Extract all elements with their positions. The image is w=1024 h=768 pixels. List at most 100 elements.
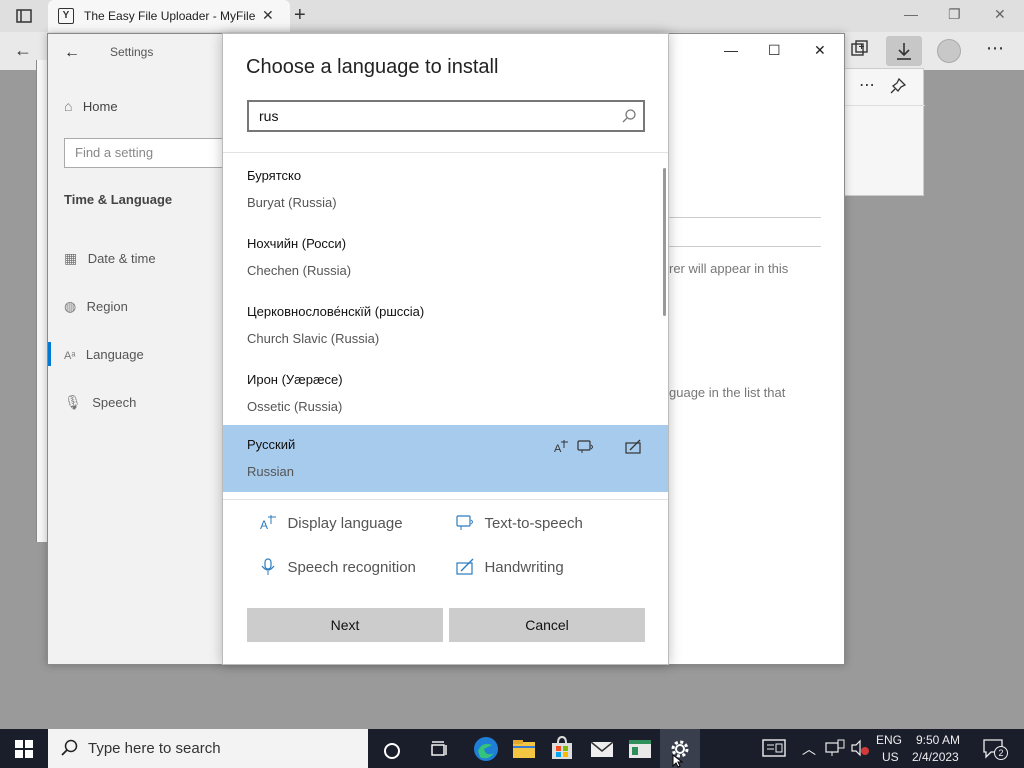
mouse-cursor [672, 754, 684, 768]
search-icon[interactable] [621, 108, 637, 124]
collections-icon[interactable] [850, 39, 870, 59]
language-native-name: Ирон (Уæрæсе) [247, 372, 343, 387]
language-english-name: Chechen (Russia) [247, 263, 352, 278]
choose-language-dialog: Choose a language to install rus Бурятск… [222, 33, 669, 665]
search-icon [60, 739, 78, 757]
globe-icon: ◍ [64, 298, 77, 314]
store-icon[interactable] [546, 733, 578, 765]
nav-item-label: Language [85, 347, 144, 362]
new-tab-icon[interactable]: + [294, 4, 306, 27]
restore-browser-icon[interactable]: ❐ [948, 6, 961, 23]
more-options-icon[interactable]: ⋯ [986, 38, 1004, 59]
svg-text:A: A [554, 443, 562, 455]
flyout-more-icon[interactable]: ⋯ [859, 75, 875, 95]
display-language-label: Display language [287, 514, 403, 532]
close-browser-icon[interactable]: ✕ [994, 6, 1006, 23]
cancel-button[interactable]: Cancel [449, 608, 645, 642]
downloads-flyout: ⋯ [844, 68, 925, 196]
list-item[interactable]: Церковнослове́нскїй (ршссіа) Church Slav… [223, 292, 668, 360]
microphone-icon: 🎙︎ [64, 394, 82, 410]
show-hidden-icons-icon[interactable]: ︿ [802, 739, 816, 759]
language-list: Бурятско Buryat (Russia) Нохчийн (Росси)… [223, 156, 668, 492]
close-icon[interactable]: ✕ [814, 42, 826, 59]
cortana-icon[interactable] [380, 733, 412, 765]
clock-date[interactable]: 2/4/2023 [912, 750, 959, 764]
minimize-icon[interactable]: — [724, 42, 738, 58]
find-setting-input[interactable]: Find a setting [64, 138, 234, 168]
list-item[interactable]: Ирон (Уæрæсе) Ossetic (Russia) [223, 360, 668, 428]
language-native-name: Церковнослове́нскїй (ршссіа) [247, 304, 425, 319]
language-icon: Aᵃ [64, 350, 76, 362]
input-language-line2[interactable]: US [882, 750, 899, 764]
close-tab-icon[interactable]: ✕ [262, 7, 274, 24]
divider [223, 152, 668, 153]
language-native-name: Нохчийн (Росси) [247, 236, 347, 251]
start-button[interactable] [14, 739, 34, 759]
list-item-selected[interactable]: Русский Russian A [223, 425, 668, 492]
background-field [669, 217, 821, 247]
next-button[interactable]: Next [247, 608, 443, 642]
browser-tab-bar: Y The Easy File Uploader - MyFile ✕ + — … [0, 0, 1024, 32]
list-item[interactable]: Нохчийн (Росси) Chechen (Russia) [223, 224, 668, 292]
language-search-input[interactable]: rus [247, 100, 645, 132]
nav-item-label: Date & time [87, 251, 156, 266]
tab-title: The Easy File Uploader - MyFile [84, 9, 256, 23]
mail-icon[interactable] [586, 733, 618, 765]
minimize-browser-icon[interactable]: — [904, 6, 918, 22]
speech-recognition-label: Speech recognition [287, 558, 416, 576]
network-icon[interactable] [824, 739, 846, 757]
list-scrollbar[interactable] [663, 168, 666, 316]
taskbar-search-placeholder: Type here to search [88, 740, 221, 757]
input-language-line1[interactable]: ENG [876, 733, 902, 747]
language-native-name: Бурятско [247, 168, 302, 183]
text-to-speech-label: Text-to-speech [484, 514, 583, 532]
clock-time[interactable]: 9:50 AM [916, 733, 960, 747]
nav-item-label: Speech [92, 395, 137, 410]
settings-title: Settings [110, 45, 154, 59]
downloads-button[interactable] [886, 36, 922, 66]
handwriting-legend: Handwriting [456, 558, 564, 576]
nav-item-date-time[interactable]: ▦ Date & time [64, 250, 156, 268]
display-language-icon: A [260, 515, 276, 532]
app-window-icon[interactable] [624, 733, 656, 765]
calendar-clock-icon: ▦ [64, 250, 78, 266]
background-text: rer will appear in this [669, 261, 789, 276]
settings-nav-pane: ← Settings ⌂ Home Find a setting Time & … [48, 34, 234, 664]
nav-home[interactable]: ⌂ Home [64, 98, 118, 116]
tab-actions-icon[interactable] [16, 9, 32, 23]
microphone-icon [261, 558, 275, 575]
profile-avatar[interactable] [937, 39, 961, 63]
handwriting-label: Handwriting [484, 558, 564, 576]
settings-back-icon[interactable]: ← [64, 44, 80, 62]
display-language-icon: A [553, 439, 569, 455]
background-text: guage in the list that [669, 385, 786, 400]
nav-home-label: Home [82, 99, 118, 114]
nav-item-speech[interactable]: 🎙︎ Speech [64, 394, 136, 412]
display-language-legend: A Display language [259, 514, 403, 533]
speech-recognition-legend: Speech recognition [259, 558, 416, 576]
language-english-name: Ossetic (Russia) [247, 399, 343, 414]
pin-icon[interactable] [889, 77, 907, 95]
divider [223, 499, 668, 500]
edge-icon[interactable] [470, 733, 502, 765]
language-english-name: Buryat (Russia) [247, 195, 337, 210]
nav-item-language[interactable]: Aᵃ Language [64, 346, 144, 364]
favicon-icon: Y [58, 8, 74, 24]
list-item[interactable]: Бурятско Buryat (Russia) [223, 156, 668, 224]
taskbar: Type here to search ︿ ENG US 9:50 AM 2/4… [0, 729, 1024, 768]
notification-count-badge: 2 [994, 746, 1008, 760]
handwriting-icon [456, 558, 474, 575]
text-to-speech-icon [456, 515, 473, 530]
file-explorer-icon[interactable] [508, 733, 540, 765]
language-english-name: Russian [247, 464, 294, 479]
language-native-name: Русский [247, 437, 296, 452]
task-view-icon[interactable] [424, 733, 456, 765]
volume-muted-icon[interactable] [850, 739, 870, 757]
maximize-icon[interactable]: ☐ [768, 42, 781, 59]
taskbar-search[interactable]: Type here to search [48, 729, 368, 768]
home-icon: ⌂ [64, 98, 73, 114]
news-widget-icon[interactable] [762, 739, 786, 757]
nav-item-region[interactable]: ◍ Region [64, 298, 128, 316]
back-icon[interactable]: ← [14, 40, 32, 61]
handwriting-icon [625, 439, 643, 455]
